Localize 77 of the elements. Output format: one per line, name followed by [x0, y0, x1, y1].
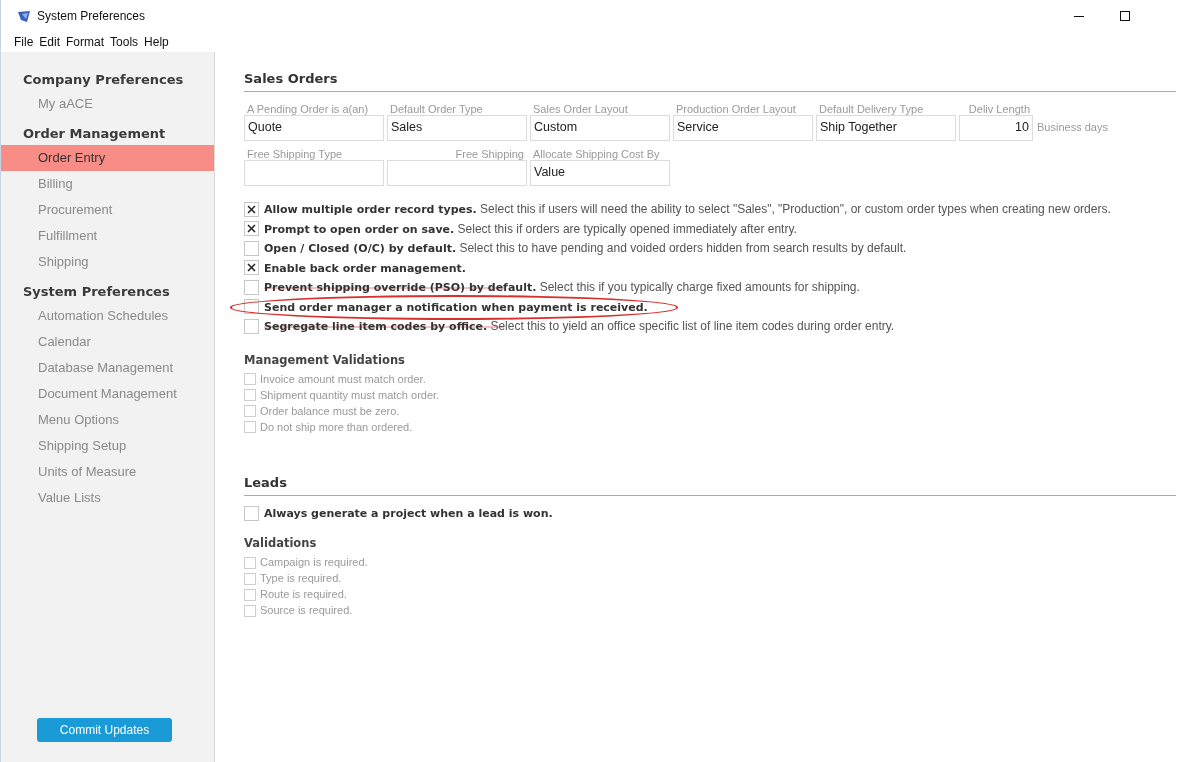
field-label: Free Shipping	[454, 146, 525, 160]
menu-item[interactable]: Edit	[39, 33, 61, 51]
field-label: Production Order Layout	[675, 101, 797, 115]
field-label: Default Order Type	[389, 101, 484, 115]
minimize-icon	[1074, 15, 1084, 17]
unit-label: Business days	[1037, 120, 1108, 136]
option-text: Prompt to open order on save. Select this if orders are typically opened immediately after entry.	[264, 220, 797, 238]
option-text: Segregate line item codes by office. Select this to yield an office specific list of line item codes during order entry.	[264, 318, 895, 335]
sidebar-item[interactable]: Shipping	[1, 249, 214, 275]
checkbox[interactable]	[244, 201, 259, 217]
window-title: System Preferences	[37, 8, 146, 25]
cross-icon	[247, 204, 256, 214]
sidebar-item[interactable]: Units of Measure	[1, 459, 214, 485]
validation-label: Campaign is required.	[260, 555, 368, 571]
option-text: Always generate a project when a lead is won.	[264, 506, 553, 523]
checkbox[interactable]	[244, 318, 259, 334]
sidebar-item[interactable]: Automation Schedules	[1, 303, 214, 329]
sidebar-item[interactable]: Document Management	[1, 381, 214, 407]
input-field[interactable]: Quote	[244, 114, 384, 141]
input-field[interactable]: Service	[673, 114, 813, 141]
field-label: Free Shipping Type	[246, 146, 344, 160]
sidebar-item[interactable]: Calendar	[1, 329, 214, 355]
field-label: Allocate Shipping Cost By	[532, 146, 661, 160]
validation-label: Route is required.	[260, 587, 347, 603]
menu-item[interactable]: File	[14, 33, 34, 51]
option-text: Enable back order management.	[264, 260, 466, 277]
sidebar-item[interactable]: Fulfillment	[1, 223, 214, 249]
section-title: Leads	[244, 473, 1176, 496]
sidebar-item[interactable]: Procurement	[1, 197, 214, 223]
app-logo-icon	[17, 9, 31, 23]
sidebar-item[interactable]: My aACE	[1, 91, 214, 117]
checkbox[interactable]	[244, 221, 259, 237]
input-field[interactable]	[244, 159, 384, 186]
validation-label: Shipment quantity must match order.	[260, 388, 440, 403]
checkbox[interactable]	[244, 260, 259, 276]
checkbox[interactable]	[244, 279, 259, 295]
checkbox[interactable]	[244, 506, 259, 521]
cross-icon	[247, 263, 256, 273]
validation-label: Invoice amount must match order.	[260, 372, 426, 387]
checkbox[interactable]	[244, 240, 259, 256]
menu-item[interactable]: Help	[144, 33, 169, 51]
input-field[interactable]: Value	[530, 159, 670, 186]
section-heading: System Preferences	[22, 283, 171, 302]
input-field[interactable]: Custom	[530, 114, 670, 141]
subsection-title: Validations	[244, 535, 318, 553]
input-field[interactable]: Sales	[387, 114, 527, 141]
menu-item[interactable]: Tools	[110, 33, 139, 51]
field-label: Sales Order Layout	[532, 101, 629, 115]
sidebar-item[interactable]: Shipping Setup	[1, 433, 214, 459]
commit-updates-button[interactable]: Commit Updates	[37, 718, 172, 742]
option-text: Prevent shipping override (PSO) by default. Select this if you typically charge fixed amounts for shipping.	[264, 279, 860, 296]
section-title: Sales Orders	[244, 69, 1176, 92]
input-field[interactable]: Ship Together	[816, 114, 956, 141]
option-text: Open / Closed (O/C) by default. Select this to have pending and voided orders hidden from search results by default.	[264, 240, 907, 257]
option-text: Send order manager a notification when payment is received.	[264, 299, 648, 316]
menu-item[interactable]: Format	[66, 33, 105, 51]
section-heading: Order Management	[22, 125, 167, 144]
validation-label: Type is required.	[260, 571, 342, 587]
field-label: Deliv Length	[967, 101, 1031, 115]
validation-label: Do not ship more than ordered.	[260, 420, 413, 435]
input-field[interactable]: 10	[959, 114, 1033, 141]
sidebar-item[interactable]: Billing	[1, 171, 214, 197]
sidebar-item[interactable]: Database Management	[1, 355, 214, 381]
cross-icon	[247, 224, 256, 234]
field-label: Default Delivery Type	[818, 101, 925, 115]
input-field[interactable]	[387, 159, 527, 186]
section-heading: Company Preferences	[22, 71, 185, 90]
checkbox[interactable]	[244, 299, 259, 315]
option-text: Allow multiple order record types. Select this if users will need the ability to select "Sales", "Production", or custom order types when creating new orders.	[264, 201, 1111, 218]
validation-label: Order balance must be zero.	[260, 404, 400, 419]
subsection-title: Management Validations	[244, 352, 406, 369]
sidebar-item[interactable]: Order Entry	[1, 145, 214, 171]
sidebar-item[interactable]: Value Lists	[1, 485, 214, 511]
field-label: A Pending Order is a(an)	[246, 101, 370, 115]
sidebar-item[interactable]: Menu Options	[1, 407, 214, 433]
validation-label: Source is required.	[260, 603, 353, 619]
maximize-icon	[1120, 11, 1130, 21]
